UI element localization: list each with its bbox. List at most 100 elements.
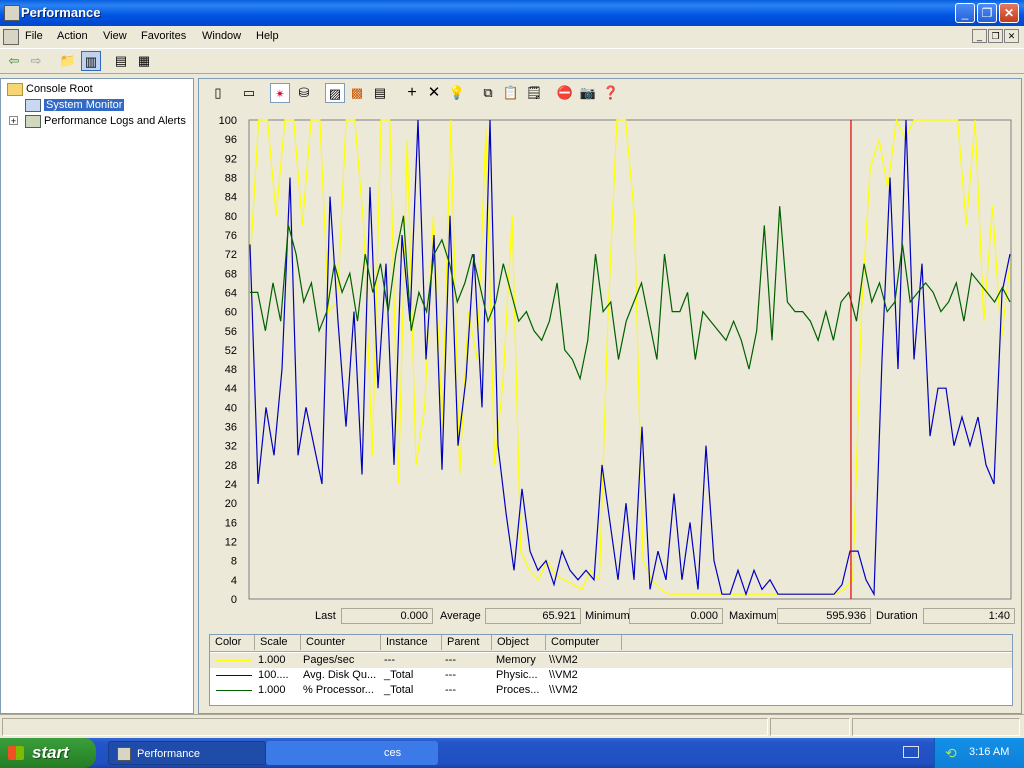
y-tick-label: 40: [225, 402, 237, 414]
help-icon[interactable]: ▦: [134, 51, 154, 71]
legend-row[interactable]: 1.000 % Processor... _Total --- Proces..…: [210, 683, 1012, 698]
taskbar-button-performance[interactable]: Performance: [108, 741, 266, 765]
main-toolbar: ⇦ ⇨ 📁 ▥ ▤ ▦: [0, 48, 1024, 74]
tree-performance-logs[interactable]: Performance Logs and Alerts: [25, 113, 186, 129]
freeze-display-icon[interactable]: ⛔: [555, 83, 575, 103]
y-tick-label: 80: [225, 211, 237, 223]
title-bar[interactable]: Performance _ ❐ ✕: [0, 0, 1024, 26]
legend-object: Memory: [496, 654, 536, 666]
delete-counter-icon[interactable]: ✕: [424, 83, 444, 103]
view-graph-icon[interactable]: ▨: [325, 83, 345, 103]
help-icon[interactable]: ❓: [601, 83, 621, 103]
expand-toggle-icon[interactable]: +: [9, 116, 18, 126]
legend-header: Color Scale Counter Instance Parent Obje…: [210, 635, 1012, 652]
start-button[interactable]: start: [0, 738, 96, 768]
network-icon[interactable]: ⟲: [945, 745, 957, 762]
legend-instance: ---: [384, 654, 395, 666]
keyboard-icon[interactable]: [903, 746, 919, 758]
legend-col-scale[interactable]: Scale: [255, 635, 301, 650]
clear-display-icon[interactable]: ▭: [239, 83, 259, 103]
legend-scale: 1.000: [258, 654, 286, 666]
properties-icon[interactable]: ▤: [111, 51, 131, 71]
y-tick-label: 4: [231, 575, 237, 587]
child-restore-button[interactable]: ❐: [988, 29, 1003, 43]
highlight-icon[interactable]: 💡: [447, 83, 467, 103]
legend-col-counter[interactable]: Counter: [301, 635, 381, 650]
update-data-icon[interactable]: 📷: [578, 83, 598, 103]
y-tick-label: 0: [231, 594, 237, 606]
menu-file[interactable]: File: [25, 30, 43, 42]
y-tick-label: 44: [225, 383, 237, 395]
y-tick-label: 72: [225, 249, 237, 261]
stat-duration-value: 1:40: [923, 608, 1015, 624]
legend-row[interactable]: 100.... Avg. Disk Qu... _Total --- Physi…: [210, 668, 1012, 683]
mmc-document-icon[interactable]: [3, 29, 19, 45]
child-minimize-button[interactable]: _: [972, 29, 987, 43]
y-tick-label: 20: [225, 498, 237, 510]
y-tick-label: 100: [219, 115, 237, 127]
taskbar-button-services[interactable]: ces: [266, 741, 438, 765]
properties-icon[interactable]: 🗒: [524, 83, 544, 103]
menu-help[interactable]: Help: [256, 30, 279, 42]
folder-icon: [7, 82, 23, 96]
y-tick-label: 16: [225, 517, 237, 529]
tree-system-monitor[interactable]: System Monitor: [25, 97, 125, 113]
paste-counter-list-icon[interactable]: 📋: [501, 83, 521, 103]
windows-logo-icon: [8, 746, 24, 760]
console-tree: Console Root System Monitor + Performanc…: [0, 78, 194, 714]
close-button[interactable]: ✕: [999, 3, 1019, 23]
y-tick-label: 96: [225, 134, 237, 146]
legend-col-object[interactable]: Object: [492, 635, 546, 650]
legend-row[interactable]: 1.000 Pages/sec --- --- Memory \\VM2: [210, 653, 1012, 668]
add-counter-icon[interactable]: +: [402, 83, 422, 103]
system-monitor-toolbar: ▯ ▭ ✴ ⛁ ▨ ▩ ▤ + ✕ 💡 ⧉ 📋 🗒 ⛔ 📷 ❓: [199, 79, 1021, 107]
menu-action[interactable]: Action: [57, 30, 88, 42]
y-tick-label: 76: [225, 230, 237, 242]
stat-minimum-value: 0.000: [629, 608, 723, 624]
y-tick-label: 56: [225, 326, 237, 338]
legend-object: Physic...: [496, 669, 538, 681]
forward-arrow-icon[interactable]: ⇨: [26, 51, 46, 71]
menu-favorites[interactable]: Favorites: [141, 30, 186, 42]
stat-duration-label: Duration: [876, 610, 918, 622]
back-arrow-icon[interactable]: ⇦: [4, 51, 24, 71]
y-tick-label: 64: [225, 287, 237, 299]
plot-area[interactable]: [248, 119, 1012, 600]
stat-last-label: Last: [315, 610, 336, 622]
child-close-button[interactable]: ✕: [1004, 29, 1019, 43]
y-tick-label: 52: [225, 345, 237, 357]
legend-color-swatch: [216, 690, 252, 691]
legend-computer: \\VM2: [549, 684, 578, 696]
performance-app-icon[interactable]: [4, 5, 20, 21]
menu-view[interactable]: View: [103, 30, 127, 42]
view-histogram-icon[interactable]: ▩: [347, 83, 367, 103]
legend-counter: Pages/sec: [303, 654, 355, 666]
view-log-data-icon[interactable]: ⛁: [294, 83, 314, 103]
statistics-bar: Last 0.000 Average 65.921 Minimum 0.000 …: [199, 608, 1021, 626]
counter-legend[interactable]: Color Scale Counter Instance Parent Obje…: [209, 634, 1013, 706]
y-tick-label: 24: [225, 479, 237, 491]
menu-window[interactable]: Window: [202, 30, 241, 42]
legend-col-parent[interactable]: Parent: [442, 635, 492, 650]
graph-area[interactable]: 100 96 92 88 84 80 76 72 68 64 60 56 52 48 44 40 36 32 28 2…: [209, 109, 1013, 609]
y-tick-label: 88: [225, 172, 237, 184]
up-folder-icon[interactable]: 📁: [58, 51, 78, 71]
legend-color-swatch: [216, 660, 252, 661]
view-report-icon[interactable]: ▤: [370, 83, 390, 103]
stat-maximum-value: 595.936: [777, 608, 871, 624]
minimize-button[interactable]: _: [955, 3, 975, 23]
legend-scale: 100....: [258, 669, 289, 681]
copy-properties-icon[interactable]: ⧉: [478, 83, 498, 103]
view-current-activity-icon[interactable]: ✴: [270, 83, 290, 103]
restore-button[interactable]: ❐: [977, 3, 997, 23]
legend-col-computer[interactable]: Computer: [546, 635, 622, 650]
clock[interactable]: 3:16 AM: [969, 746, 1009, 758]
show-hide-tree-icon[interactable]: ▥: [81, 51, 101, 71]
legend-col-instance[interactable]: Instance: [381, 635, 442, 650]
tree-console-root[interactable]: Console Root: [7, 81, 93, 97]
performance-graph[interactable]: 1009692888480767268646056524844403632282…: [209, 109, 1013, 609]
taskbar: start Performance ces ⟲ 3:16 AM: [0, 738, 1024, 768]
new-counter-set-icon[interactable]: ▯: [208, 83, 228, 103]
status-pane-main: [2, 718, 768, 736]
legend-col-color[interactable]: Color: [210, 635, 255, 650]
